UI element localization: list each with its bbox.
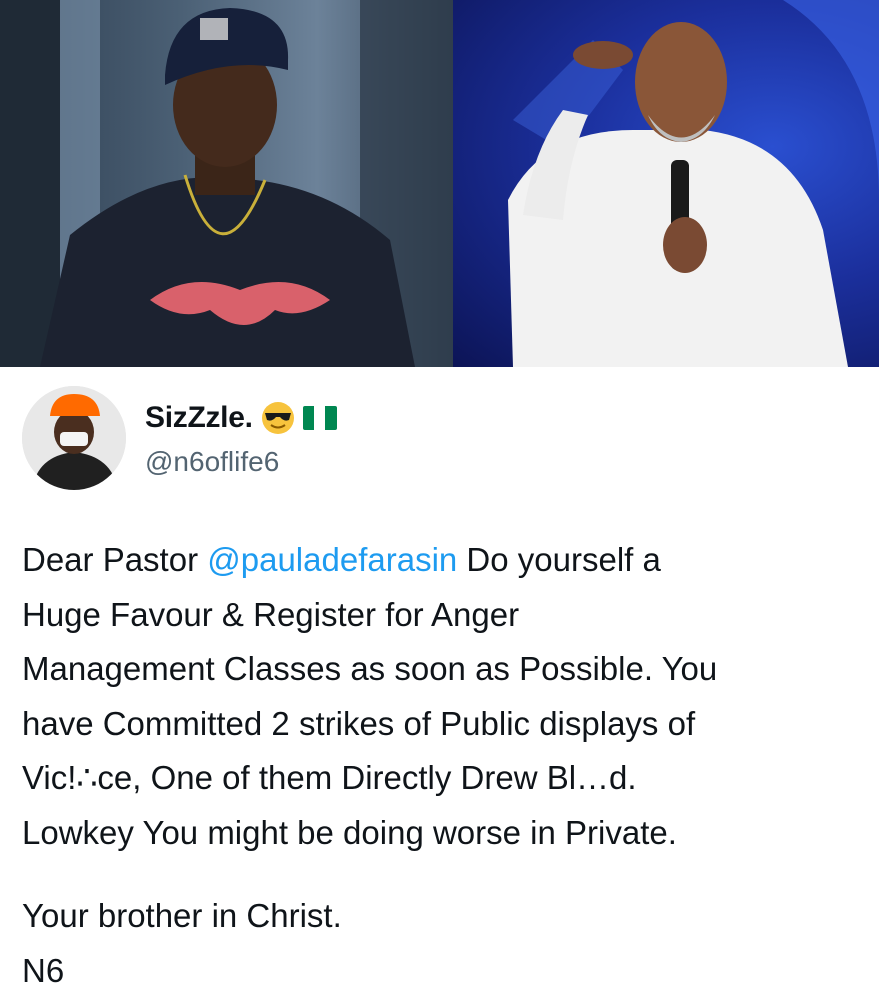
left-photo[interactable] [0, 0, 453, 367]
tweet-line: Vic!∴ce, One of them Directly Drew Bl…d. [22, 759, 637, 796]
author-name-row: SizZzle. [145, 398, 337, 438]
header-photos [0, 0, 879, 367]
tweet-line: Management Classes as soon as Possible. … [22, 650, 718, 687]
user-handle[interactable]: @n6oflife6 [145, 446, 279, 478]
avatar[interactable] [22, 386, 126, 490]
tweet-line: Lowkey You might be doing worse in Priva… [22, 813, 677, 851]
tweet-text: Do yourself a [457, 541, 661, 578]
tweet-line: have Committed 2 strikes of Public displ… [22, 704, 696, 742]
signoff-line: Your brother in Christ. [22, 897, 342, 934]
right-photo[interactable] [453, 0, 879, 367]
avatar-image [22, 386, 126, 490]
mention-link[interactable]: @pauladefarasin [207, 541, 457, 578]
man-in-cap-illustration [0, 0, 453, 367]
signoff-line: N6 [22, 951, 65, 989]
tweet-text: Dear Pastor [22, 541, 208, 578]
display-name[interactable]: SizZzle. [145, 401, 253, 435]
tweet-body: Dear Pastor @pauladefarasin Do yourself … [22, 533, 867, 860]
tweet-line: Dear Pastor @pauladefarasin Do yourself … [22, 533, 867, 588]
pastor-speaking-illustration [508, 0, 879, 367]
nigeria-flag-icon [302, 406, 337, 430]
tweet-line: Huge Favour & Register for Anger [22, 595, 520, 633]
tweet-signoff: Your brother in Christ. N6 [22, 889, 342, 998]
sunglasses-emoji-icon [261, 402, 294, 434]
